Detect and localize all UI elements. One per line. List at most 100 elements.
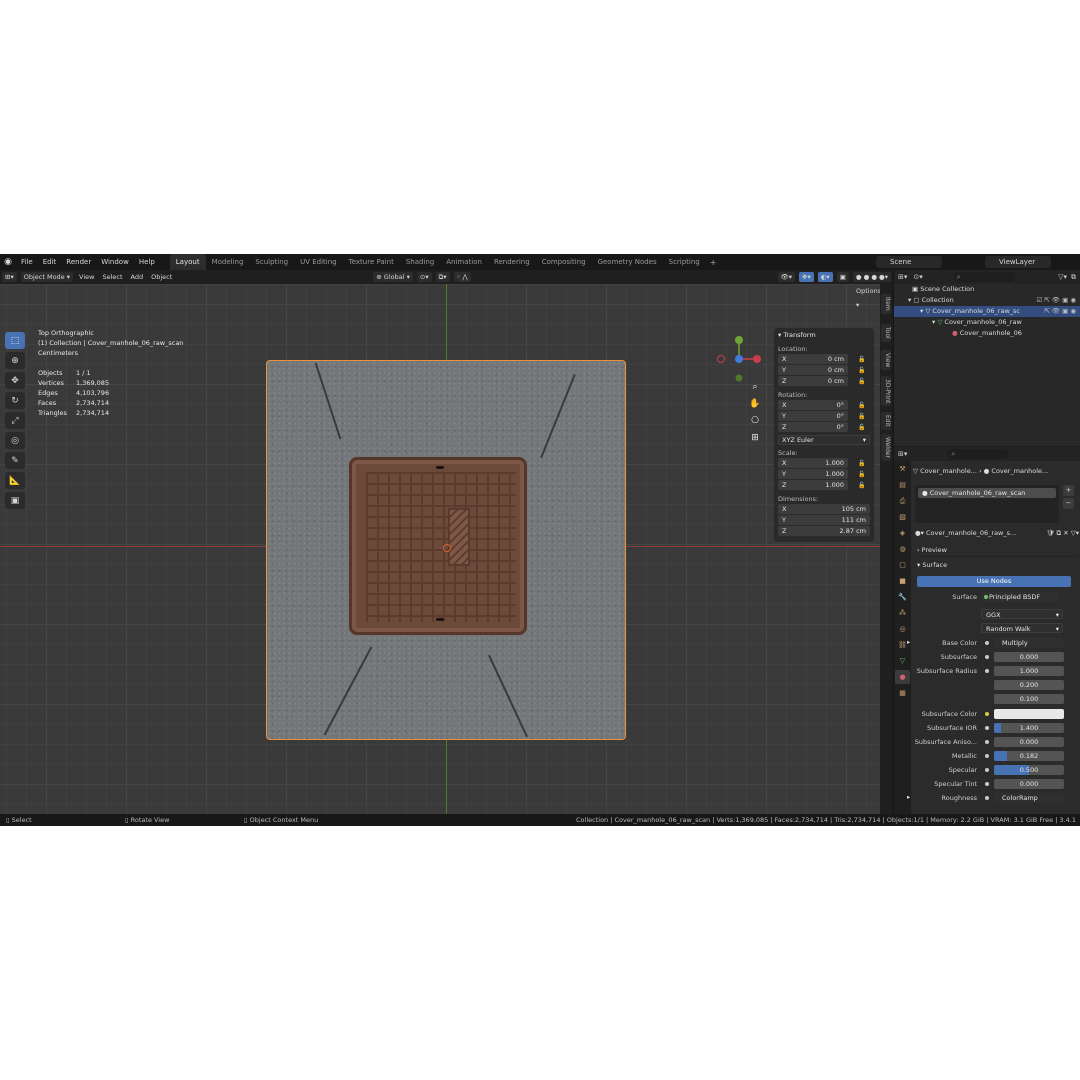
z-axis-icon[interactable]: [735, 355, 743, 363]
sidebar-tab-3d-print[interactable]: 3D-Print: [881, 376, 891, 407]
manhole-scan-object[interactable]: [266, 360, 626, 740]
scene-tab-icon[interactable]: ◈: [895, 526, 910, 540]
menu-item-file[interactable]: File: [16, 254, 38, 270]
sidebar-tab-item[interactable]: Item: [881, 294, 891, 314]
distribution-select[interactable]: GGX ▾: [981, 609, 1063, 619]
object-origin-icon[interactable]: [443, 544, 451, 552]
world-tab-icon[interactable]: ◍: [895, 542, 910, 556]
cursor-tool-icon[interactable]: ⊕: [5, 352, 25, 369]
options-menu[interactable]: Options ▾: [852, 284, 880, 312]
dimensions-z-field[interactable]: Z 2.87 cm: [778, 526, 870, 536]
outliner-search-input[interactable]: ⌕: [952, 272, 1015, 282]
lock-icon[interactable]: 🔓: [858, 356, 865, 363]
editor-type-button[interactable]: ⊞▾: [2, 272, 17, 282]
material-slot-item[interactable]: ● Cover_manhole_06_raw_scan: [918, 488, 1056, 498]
properties-editor-icon[interactable]: ⊞▾: [898, 450, 907, 458]
neg-y-axis-icon[interactable]: [735, 374, 743, 382]
mesh-data-row[interactable]: ▾ ▽ Cover_manhole_06_raw: [894, 317, 1080, 328]
tab-modeling[interactable]: Modeling: [206, 254, 250, 270]
preview-panel-header[interactable]: › Preview: [917, 544, 1077, 557]
lock-icon[interactable]: 🔓: [858, 482, 865, 489]
camera-icon[interactable]: ⎔: [748, 414, 762, 428]
physics-tab-icon[interactable]: ◎: [895, 622, 910, 636]
add-slot-icon[interactable]: +: [1063, 485, 1074, 496]
add-cube-tool-icon[interactable]: ▣: [5, 492, 25, 509]
collection-visibility-icons[interactable]: ☑ ⇱ 👁 ▣ ◉: [1036, 295, 1076, 306]
value-field[interactable]: 0.182: [994, 751, 1064, 761]
menu-item-edit[interactable]: Edit: [38, 254, 62, 270]
neg-x-axis-icon[interactable]: [717, 355, 725, 363]
use-nodes-button[interactable]: Use Nodes: [917, 576, 1071, 587]
subsurface-method-select[interactable]: Random Walk ▾: [981, 623, 1063, 633]
dimensions-x-field[interactable]: X 105 cm: [778, 504, 870, 514]
display-mode-icon[interactable]: ⊙▾: [913, 273, 922, 281]
value-field[interactable]: Multiply: [994, 638, 1064, 648]
scene-collection-row[interactable]: ▣ Scene Collection: [894, 284, 1080, 295]
add-menu[interactable]: Add: [127, 270, 148, 284]
view-layer-tab-icon[interactable]: ▧: [895, 510, 910, 524]
lock-icon[interactable]: 🔓: [858, 402, 865, 409]
measure-tool-icon[interactable]: 📐: [5, 472, 25, 489]
tab-scripting[interactable]: Scripting: [663, 254, 706, 270]
value-field[interactable]: ColorRamp: [994, 793, 1064, 803]
material-slot-list[interactable]: ● Cover_manhole_06_raw_scan: [915, 485, 1059, 523]
material-datablock-icons[interactable]: 🛡 ⧉ ✕ ▽▾: [1046, 527, 1079, 539]
select-box-tool-icon[interactable]: ⬚: [5, 332, 25, 349]
rotation-mode-select[interactable]: XYZ Euler ▾: [778, 435, 870, 445]
proportional-edit-icon[interactable]: ◦ ⋀: [453, 272, 471, 282]
lock-icon[interactable]: 🔓: [858, 424, 865, 431]
object-row[interactable]: ▾ ▽ Cover_manhole_06_raw_sc ⇱ 👁 ▣ ◉: [894, 306, 1080, 317]
scale-z-field[interactable]: Z 1.000: [778, 480, 848, 490]
location-x-field[interactable]: X0 cm: [778, 354, 848, 364]
output-tab-icon[interactable]: ⎙: [895, 494, 910, 508]
rotation-z-field[interactable]: Z 0°: [778, 422, 848, 432]
object-menu[interactable]: Object: [147, 270, 176, 284]
value-field[interactable]: 1.400: [994, 723, 1064, 733]
rotation-y-field[interactable]: Y 0°: [778, 411, 848, 421]
blender-logo-icon[interactable]: ◉: [0, 254, 16, 270]
overlay-toggle-icon[interactable]: ◐▾: [817, 272, 833, 282]
move-tool-icon[interactable]: ✥: [5, 372, 25, 389]
tool-tab-icon[interactable]: ⚒: [895, 462, 910, 476]
orientation-selector[interactable]: ⊕ Global ▾: [373, 272, 413, 282]
tab-compositing[interactable]: Compositing: [536, 254, 592, 270]
value-field[interactable]: 0.200: [994, 680, 1064, 690]
tab-geometry-nodes[interactable]: Geometry Nodes: [592, 254, 663, 270]
gizmo-toggle-icon[interactable]: ✥▾: [799, 272, 814, 282]
tab-uv-editing[interactable]: UV Editing: [294, 254, 343, 270]
new-collection-icon[interactable]: ⧉: [1071, 273, 1076, 282]
location-y-field[interactable]: Y0 cm: [778, 365, 848, 375]
breadcrumb-object[interactable]: Cover_manhole...: [920, 467, 977, 475]
x-axis-icon[interactable]: [753, 355, 761, 363]
color-swatch[interactable]: [994, 709, 1064, 719]
view-layer-selector[interactable]: ViewLayer: [985, 256, 1051, 268]
location-z-field[interactable]: Z0 cm: [778, 376, 848, 386]
particles-tab-icon[interactable]: ⁂: [895, 606, 910, 620]
breadcrumb-material[interactable]: Cover_manhole...: [991, 467, 1048, 475]
scale-y-field[interactable]: Y 1.000: [778, 469, 848, 479]
object-tab-icon[interactable]: ■: [895, 574, 910, 588]
sidebar-tab-tool[interactable]: Tool: [881, 324, 891, 342]
pan-hand-icon[interactable]: ✋: [748, 397, 762, 411]
mode-selector[interactable]: Object Mode ▾: [20, 272, 74, 282]
scale-tool-icon[interactable]: ⤢: [5, 412, 25, 429]
material-row[interactable]: ● Cover_manhole_06: [894, 328, 1080, 339]
material-tab-icon[interactable]: ●: [895, 670, 910, 684]
add-workspace-icon[interactable]: +: [706, 258, 721, 267]
collection-row[interactable]: ▾ ▢ Collection ☑ ⇱ 👁 ▣ ◉: [894, 295, 1080, 306]
lock-icon[interactable]: 🔓: [858, 378, 865, 385]
pivot-icon[interactable]: ⊙▾: [416, 272, 432, 282]
dimensions-y-field[interactable]: Y 111 cm: [778, 515, 870, 525]
xray-icon[interactable]: ▣: [836, 272, 849, 282]
material-browse-icon[interactable]: ●▾: [915, 529, 926, 537]
tab-sculpting[interactable]: Sculpting: [249, 254, 294, 270]
select-menu[interactable]: Select: [98, 270, 126, 284]
texture-tab-icon[interactable]: ▦: [895, 686, 910, 700]
value-field[interactable]: 0.500: [994, 765, 1064, 775]
value-field[interactable]: 1.000: [994, 666, 1064, 676]
lock-icon[interactable]: 🔓: [858, 413, 865, 420]
value-field[interactable]: 0.000: [994, 779, 1064, 789]
menu-item-render[interactable]: Render: [61, 254, 96, 270]
modifier-tab-icon[interactable]: 🔧: [895, 590, 910, 604]
view-menu[interactable]: View: [75, 270, 98, 284]
